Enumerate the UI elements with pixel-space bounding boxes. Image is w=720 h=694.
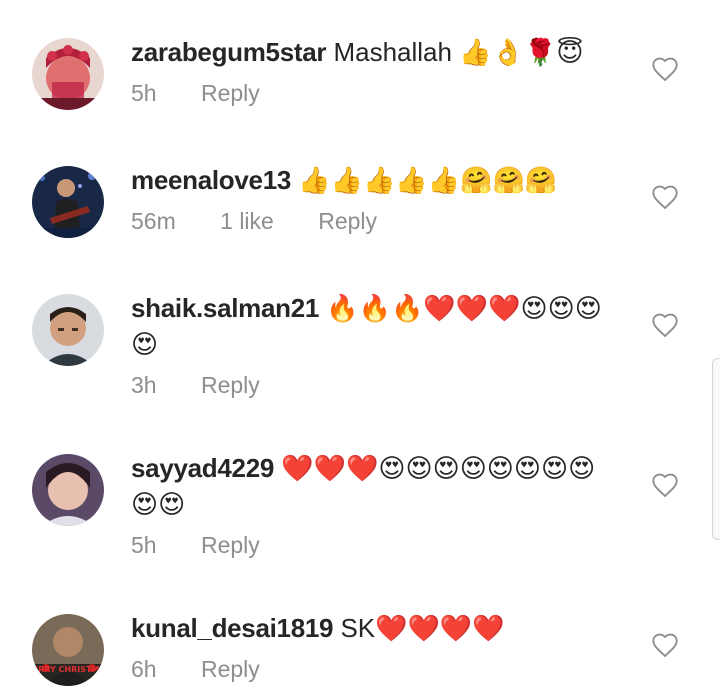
comment-username[interactable]: kunal_desai1819 (131, 613, 334, 643)
heart-outline-icon (652, 57, 678, 82)
comment-time: 6h (131, 656, 157, 682)
reply-button[interactable]: Reply (318, 208, 377, 234)
avatar-caption: MERRY CHRISTMAS (32, 665, 104, 674)
comment-emoji: 👍👌🌹😇 (459, 37, 584, 67)
reply-button[interactable]: Reply (201, 372, 260, 398)
heart-outline-icon (652, 633, 678, 658)
avatar[interactable] (32, 294, 104, 366)
comment-text: Mashallah (333, 37, 452, 67)
comment-meta: 56m 1 like Reply (131, 206, 621, 236)
avatar[interactable]: MERRY CHRISTMAS (32, 614, 104, 686)
comment-username[interactable]: zarabegum5star (131, 37, 327, 67)
heart-outline-icon (652, 313, 678, 338)
comment-line: kunal_desai1819 SK❤️❤️❤️❤️ (131, 610, 621, 646)
reply-button[interactable]: Reply (201, 532, 260, 558)
comment-like-count[interactable]: 1 like (220, 208, 274, 234)
reply-button[interactable]: Reply (201, 80, 260, 106)
comment-line: zarabegum5star Mashallah 👍👌🌹😇 (131, 34, 621, 70)
comment-time: 3h (131, 372, 157, 398)
comment-line: meenalove13 👍👍👍👍👍🤗🤗🤗 (131, 162, 621, 198)
comment-meta: 3h Reply (131, 370, 621, 400)
comment-meta: 5h Reply (131, 530, 621, 560)
comment-line: sayyad4229 ❤️❤️❤️😍😍😍😍😍😍😍😍😍😍 (131, 450, 621, 522)
comment-text: SK (340, 613, 376, 643)
comment-username[interactable]: sayyad4229 (131, 453, 274, 483)
comment-time: 56m (131, 208, 176, 234)
reply-button[interactable]: Reply (201, 656, 260, 682)
comment-emoji: 👍👍👍👍👍🤗🤗🤗 (298, 165, 558, 195)
avatar[interactable] (32, 166, 104, 238)
comment-time: 5h (131, 532, 157, 558)
like-button[interactable] (651, 472, 679, 500)
avatar[interactable] (32, 38, 104, 110)
comment-username[interactable]: shaik.salman21 (131, 293, 319, 323)
comment-meta: 5h Reply (131, 78, 621, 108)
like-button[interactable] (651, 184, 679, 212)
comment-username[interactable]: meenalove13 (131, 165, 291, 195)
comment-meta: 6h Reply (131, 654, 621, 684)
heart-outline-icon (652, 185, 678, 210)
like-button[interactable] (651, 632, 679, 660)
like-button[interactable] (651, 312, 679, 340)
avatar[interactable] (32, 454, 104, 526)
comment-emoji: ❤️❤️❤️❤️ (375, 613, 505, 643)
scrollbar-handle[interactable] (712, 358, 720, 540)
comment-time: 5h (131, 80, 157, 106)
like-button[interactable] (651, 56, 679, 84)
comment-line: shaik.salman21 🔥🔥🔥❤️❤️❤️😍😍😍😍 (131, 290, 621, 362)
heart-outline-icon (652, 473, 678, 498)
